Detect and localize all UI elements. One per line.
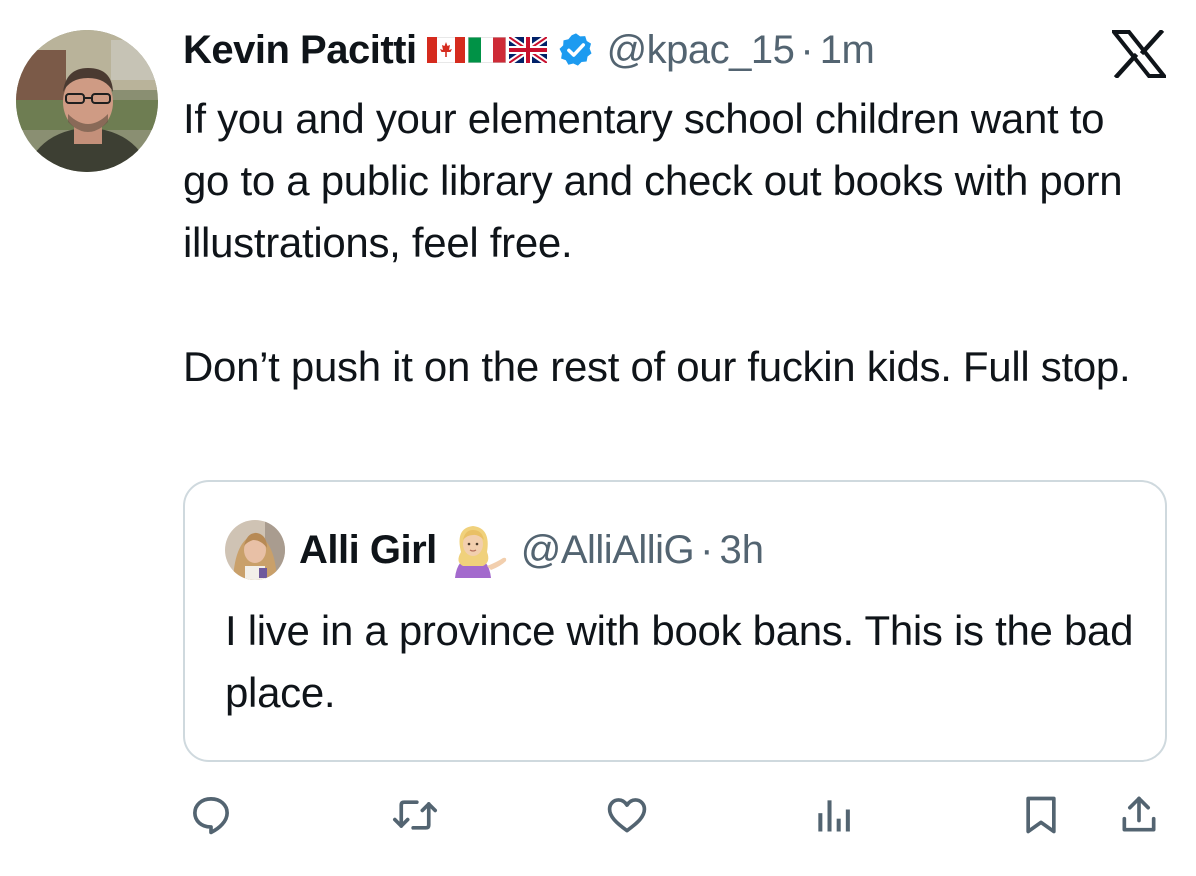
share-button[interactable]: [1114, 790, 1164, 840]
share-icon: [1122, 796, 1156, 832]
retweet-icon: [393, 800, 437, 830]
quoted-tweet-card[interactable]: Alli Girl @AlliAlliG · 3h I live in a pr…: [183, 480, 1167, 762]
bookmark-button[interactable]: [1016, 790, 1066, 840]
quoted-author-handle[interactable]: @AlliAlliG: [521, 528, 695, 573]
author-avatar-photo: [16, 30, 158, 172]
bookmark-icon: [1026, 796, 1056, 834]
quoted-author-name[interactable]: Alli Girl: [299, 528, 437, 573]
views-button[interactable]: [808, 790, 858, 840]
uk-flag-icon: [508, 37, 547, 63]
quoted-author-avatar-photo: [225, 520, 285, 580]
meta-separator: ·: [800, 27, 814, 72]
like-icon: [607, 798, 647, 833]
canada-flag-icon: [426, 37, 465, 63]
tweet-paragraph: Don’t push it on the rest of our fuckin …: [183, 343, 1131, 390]
author-flags: [426, 37, 547, 63]
italy-flag-icon: [467, 37, 506, 63]
author-name[interactable]: Kevin Pacitti: [183, 28, 417, 73]
retweet-button[interactable]: [390, 790, 440, 840]
tweet-text: If you and your elementary school childr…: [183, 88, 1143, 398]
tweet-paragraph: If you and your elementary school childr…: [183, 95, 1123, 266]
quoted-tweet-timestamp[interactable]: 3h: [719, 528, 764, 573]
quoted-tweet-text: I live in a province with book bans. Thi…: [225, 607, 1134, 716]
author-avatar[interactable]: [16, 30, 158, 172]
views-icon: [818, 800, 850, 832]
reply-button[interactable]: [186, 790, 236, 840]
quoted-meta-separator: ·: [700, 527, 714, 572]
x-logo-icon[interactable]: [1112, 30, 1166, 78]
verified-badge-icon: [559, 33, 592, 66]
like-button[interactable]: [602, 790, 652, 840]
quoted-author-avatar[interactable]: [225, 520, 285, 580]
author-handle[interactable]: @kpac_15: [607, 28, 795, 73]
tweet-action-bar: [0, 790, 1196, 840]
tweet-header: Kevin Pacitti @kpac_15 · 1m: [183, 22, 875, 78]
tweet-timestamp[interactable]: 1m: [820, 28, 875, 73]
person-tipping-hand-icon: [454, 526, 506, 578]
reply-icon: [193, 797, 229, 835]
quoted-tweet-header: Alli Girl @AlliAlliG · 3h: [225, 520, 764, 580]
